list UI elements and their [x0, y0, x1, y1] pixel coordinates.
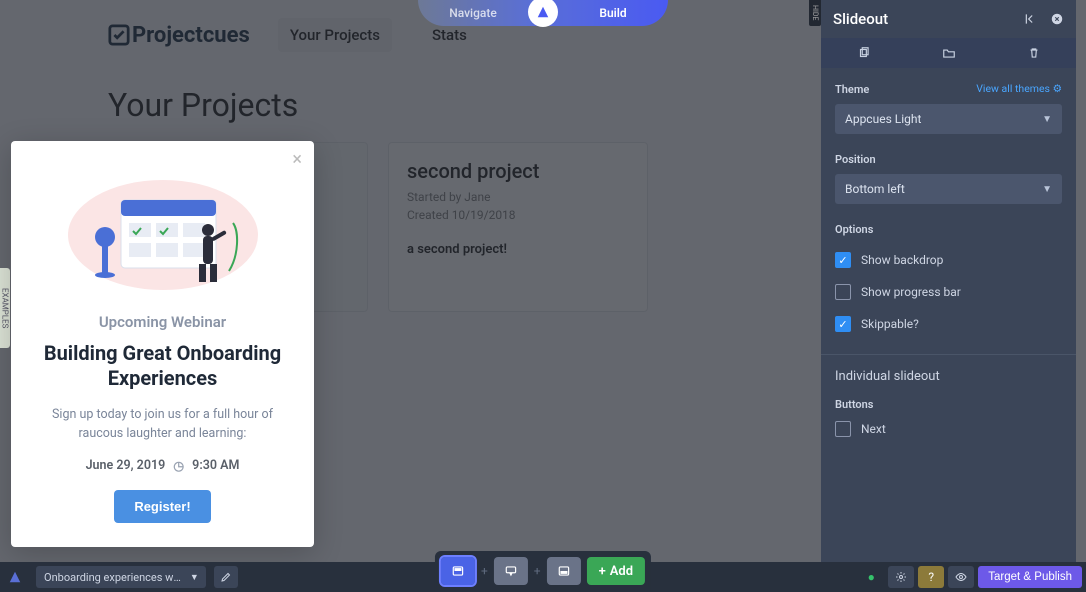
checkbox-icon: [835, 284, 851, 300]
step-hotspot-button[interactable]: [547, 557, 581, 585]
plus-icon: +: [599, 564, 606, 579]
appcues-logo-icon: [8, 570, 22, 584]
register-button[interactable]: Register!: [114, 490, 210, 523]
hotspot-step-icon: [556, 564, 572, 578]
chevron-down-icon: ▼: [190, 572, 198, 583]
pencil-icon: [220, 571, 232, 583]
publish-button[interactable]: Target & Publish: [978, 566, 1082, 588]
option-show-progress[interactable]: Show progress bar: [835, 284, 1062, 300]
status-ok-icon: ●: [858, 566, 884, 588]
position-value: Bottom left: [845, 182, 905, 196]
panel-tab-folder[interactable]: [906, 38, 991, 68]
close-panel-icon[interactable]: [1050, 12, 1064, 26]
flow-name: Onboarding experiences webi…: [44, 571, 182, 584]
collapse-icon[interactable]: [1024, 12, 1038, 26]
edit-flow-button[interactable]: [214, 566, 238, 588]
theme-section: Theme View all themes ⚙ Appcues Light ▼: [821, 68, 1076, 138]
settings-button[interactable]: [888, 566, 914, 588]
mode-center-logo: [528, 0, 558, 27]
position-select[interactable]: Bottom left ▼: [835, 174, 1062, 204]
chevron-down-icon: ▼: [1042, 184, 1052, 195]
panel-tab-copy[interactable]: [821, 38, 906, 68]
close-icon[interactable]: ×: [292, 151, 302, 169]
hide-panel-tab[interactable]: HIDE: [809, 0, 821, 26]
bottom-right-actions: ● ? Target & Publish: [858, 566, 1086, 588]
view-themes-link[interactable]: View all themes ⚙: [976, 82, 1062, 95]
tooltip-step-icon: [503, 564, 519, 578]
panel-tabs: [821, 38, 1076, 68]
chevron-down-icon: ▼: [1042, 114, 1052, 125]
panel-tab-delete[interactable]: [991, 38, 1076, 68]
panel-header: Slideout: [821, 0, 1076, 38]
position-label: Position: [835, 153, 876, 166]
clock-icon: ◷: [173, 458, 184, 474]
option-show-backdrop[interactable]: Show backdrop: [835, 252, 1062, 268]
slideout-preview: × Upcoming Webinar Building Great Onboar…: [11, 141, 314, 547]
checkbox-icon: [835, 421, 851, 437]
modal-date-row: June 29, 2019 ◷ 9:30 AM: [29, 458, 296, 474]
appcues-logo-icon: [536, 5, 550, 19]
appcues-logo-small[interactable]: [0, 570, 30, 584]
checkbox-checked-icon: [835, 316, 851, 332]
bottom-bar: Onboarding experiences webi… ▼ + + + Add…: [0, 562, 1086, 592]
modal-step-icon: [450, 564, 466, 578]
modal-date: June 29, 2019: [86, 458, 166, 474]
mode-switch: Navigate Build: [418, 0, 668, 26]
step-tooltip-button[interactable]: [494, 557, 528, 585]
step-toolbar: + + + Add: [435, 551, 651, 591]
theme-select[interactable]: Appcues Light ▼: [835, 104, 1062, 134]
settings-panel: Slideout Theme View all themes ⚙ Appcues…: [821, 0, 1076, 562]
checkbox-checked-icon: [835, 252, 851, 268]
option-skippable[interactable]: Skippable?: [835, 316, 1062, 332]
button-next-option[interactable]: Next: [835, 421, 1062, 437]
add-step-button[interactable]: + Add: [587, 557, 645, 585]
options-label: Options: [835, 223, 873, 236]
modal-eyebrow: Upcoming Webinar: [29, 313, 296, 331]
theme-value: Appcues Light: [845, 112, 921, 126]
buttons-label: Buttons: [835, 398, 1062, 411]
modal-illustration: [53, 165, 273, 295]
step-separator: +: [534, 564, 541, 578]
preview-button[interactable]: [948, 566, 974, 588]
theme-label: Theme: [835, 83, 869, 96]
gear-icon: [895, 571, 907, 583]
mode-navigate[interactable]: Navigate: [418, 6, 528, 20]
modal-time: 9:30 AM: [192, 458, 239, 474]
eye-icon: [954, 571, 968, 583]
examples-tab[interactable]: EXAMPLES: [0, 268, 10, 348]
modal-body: Sign up today to join us for a full hour…: [29, 405, 296, 444]
options-section: Options: [821, 208, 1076, 236]
mode-build[interactable]: Build: [558, 6, 668, 20]
individual-heading: Individual slideout: [821, 354, 1076, 384]
gear-icon: ⚙: [1053, 82, 1062, 95]
help-button[interactable]: ?: [918, 566, 944, 588]
modal-heading: Building Great Onboarding Experiences: [29, 341, 296, 391]
position-section: Position Bottom left ▼: [821, 138, 1076, 208]
step-separator: +: [481, 564, 488, 578]
step-modal-button[interactable]: [441, 557, 475, 585]
panel-title: Slideout: [833, 10, 888, 28]
flow-name-dropdown[interactable]: Onboarding experiences webi… ▼: [36, 566, 206, 588]
